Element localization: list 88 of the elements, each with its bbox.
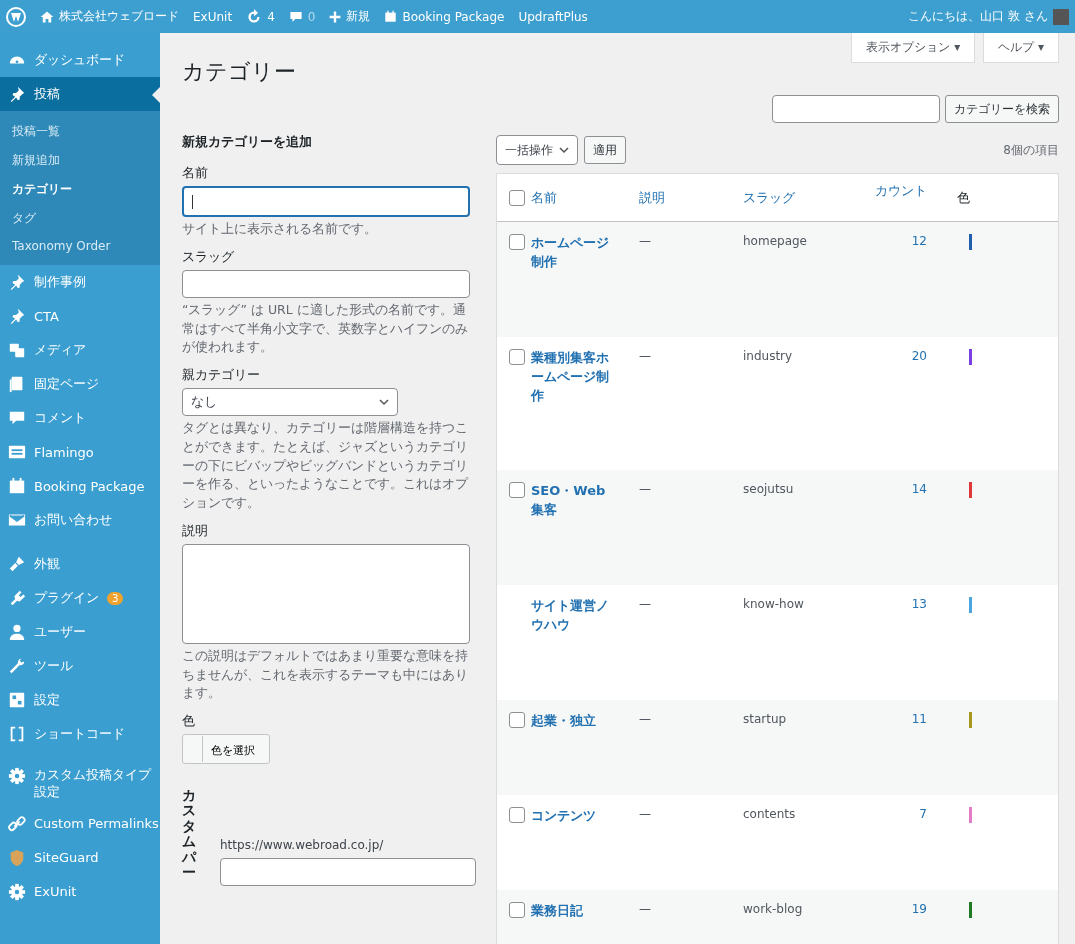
item-count: 8個の項目 bbox=[1003, 141, 1059, 159]
sidebar-item[interactable]: ダッシュボード bbox=[0, 43, 160, 77]
column-header[interactable]: 名前 bbox=[531, 188, 639, 207]
slug-cell-text: homepage bbox=[743, 234, 808, 248]
sidebar-item[interactable]: ショートコード bbox=[0, 717, 160, 751]
sidebar-item[interactable]: カスタム投稿タイプ設定 bbox=[0, 761, 160, 807]
field-hint: タグとは異なり、カテゴリーは階層構造を持つことができます。たとえば、ジャズというカテゴリーの下にビバップやビッグバンドというカテゴリーを作る、といったようなことです。これはオプションです。 bbox=[182, 419, 470, 512]
field-label: 名前 bbox=[182, 165, 209, 182]
count-link[interactable]: 14 bbox=[867, 482, 957, 496]
parent-category-dropdown[interactable]: なし bbox=[182, 388, 398, 416]
slug-cell-text: know-how bbox=[743, 597, 805, 611]
category-name-link[interactable]: SEO・Web集客 bbox=[531, 482, 617, 520]
sidebar-item[interactable]: プラグイン 3 bbox=[0, 581, 160, 615]
category-name-link[interactable]: ホームページ制作 bbox=[531, 234, 617, 272]
slug-cell-text: seojutsu bbox=[743, 482, 795, 496]
updates-count[interactable]: 4 bbox=[267, 9, 275, 24]
description-cell-text: — bbox=[639, 597, 652, 611]
category-name-link[interactable]: 業種別集客ホームページ制作 bbox=[531, 349, 617, 406]
sidebar-item[interactable]: Flamingo bbox=[0, 435, 160, 469]
new-link[interactable]: 新規 bbox=[346, 8, 371, 25]
slug-cell-text: work-blog bbox=[743, 902, 804, 916]
bulk-action-dropdown[interactable]: 一括操作 bbox=[496, 135, 578, 165]
description-cell-text: — bbox=[639, 712, 652, 726]
count-link[interactable]: 20 bbox=[867, 349, 957, 363]
submenu-item[interactable]: Taxonomy Order bbox=[0, 233, 160, 259]
count-link[interactable]: 7 bbox=[867, 807, 957, 821]
form-heading: 新規カテゴリーを追加 bbox=[182, 133, 313, 151]
custom-field-label: カスタムパー bbox=[182, 788, 196, 882]
sidebar-item[interactable]: 設定 bbox=[0, 683, 160, 717]
field-label: 色 bbox=[182, 713, 196, 730]
category-name-link[interactable]: 起業・独立 bbox=[531, 712, 617, 731]
description-cell-text: — bbox=[639, 482, 652, 496]
count-link[interactable]: 19 bbox=[867, 902, 957, 916]
comments-count[interactable]: 0 bbox=[307, 9, 316, 24]
apply-button[interactable]: 適用 bbox=[584, 136, 626, 164]
field-hint: “スラッグ” は URL に適した形式の名前です。通常はすべて半角小文字で、英数字とハイフンのみが使われます。 bbox=[182, 300, 469, 357]
category-name-link[interactable]: 業務日記 bbox=[531, 902, 617, 921]
description-cell-text: — bbox=[639, 234, 652, 248]
column-header: 色 bbox=[957, 188, 971, 207]
field-hint: この説明はデフォルトではあまり重要な意味を持ちませんが、これを表示するテーマも中にはあります。 bbox=[182, 646, 469, 703]
booking-package-link[interactable]: Booking Package bbox=[402, 9, 505, 24]
count-link[interactable]: 11 bbox=[867, 712, 957, 726]
sidebar-item[interactable]: お問い合わせ bbox=[0, 503, 160, 537]
sidebar-item[interactable]: 制作事例 bbox=[0, 265, 160, 299]
page-title: カテゴリー bbox=[182, 58, 297, 86]
updraftplus-link[interactable]: UpdraftPlus bbox=[518, 9, 588, 24]
submenu-item[interactable]: 投稿一覧 bbox=[0, 117, 160, 146]
sidebar-item[interactable]: Booking Package bbox=[0, 469, 160, 503]
color-picker-button[interactable]: 色を選択 bbox=[182, 734, 270, 764]
slug-cell-text: startup bbox=[743, 712, 788, 726]
field-label: スラッグ bbox=[182, 248, 235, 266]
field-hint: サイト上に表示される名前です。 bbox=[182, 220, 378, 238]
category-name-link[interactable]: コンテンツ bbox=[531, 807, 617, 826]
sidebar-item[interactable]: ExUnit bbox=[0, 874, 160, 909]
description-cell-text: — bbox=[639, 807, 652, 821]
sidebar-item[interactable]: ツール bbox=[0, 649, 160, 683]
sidebar-item[interactable]: CTA bbox=[0, 299, 160, 333]
slug-cell-text: industry bbox=[743, 349, 794, 363]
sidebar-item[interactable]: SiteGuard bbox=[0, 840, 160, 875]
submenu-item[interactable]: タグ bbox=[0, 204, 160, 233]
slug-cell-text: contents bbox=[743, 807, 797, 821]
screen-options-tab[interactable]: 表示オプション ▾ bbox=[851, 33, 976, 63]
search-button[interactable]: カテゴリーを検索 bbox=[945, 95, 1059, 123]
submenu-item[interactable]: カテゴリー bbox=[0, 175, 160, 204]
description-cell-text: — bbox=[639, 349, 652, 363]
url-text: https://www.webroad.co.jp/ bbox=[220, 838, 385, 852]
count-link[interactable]: 12 bbox=[867, 234, 957, 248]
sidebar-item[interactable]: メディア bbox=[0, 333, 160, 367]
column-header[interactable]: スラッグ bbox=[743, 188, 867, 207]
field-label: 説明 bbox=[182, 522, 209, 540]
site-name-link[interactable]: 株式会社ウェブロード bbox=[59, 8, 179, 25]
column-header[interactable]: カウント bbox=[867, 174, 957, 200]
help-tab[interactable]: ヘルプ ▾ bbox=[983, 33, 1059, 63]
column-header[interactable]: 説明 bbox=[639, 188, 743, 207]
field-label: 親カテゴリー bbox=[182, 367, 261, 384]
exunit-link[interactable]: ExUnit bbox=[193, 9, 233, 24]
description-cell-text: — bbox=[639, 902, 652, 916]
sidebar-item[interactable]: コメント bbox=[0, 401, 160, 435]
submenu-item[interactable]: 新規追加 bbox=[0, 146, 160, 175]
category-name-link[interactable]: サイト運営ノウハウ bbox=[531, 597, 617, 635]
sidebar-item[interactable]: Custom Permalinks bbox=[0, 806, 160, 841]
sidebar-item[interactable]: ユーザー bbox=[0, 615, 160, 649]
greeting-text[interactable]: こんにちは、山口 敦 さん bbox=[908, 8, 1048, 25]
count-link[interactable]: 13 bbox=[867, 597, 957, 611]
update-badge: 3 bbox=[107, 591, 124, 605]
sidebar-item[interactable]: 外観 bbox=[0, 547, 160, 581]
sidebar-item[interactable]: 固定ページ bbox=[0, 367, 160, 401]
sidebar-item[interactable]: 投稿 bbox=[0, 77, 160, 111]
